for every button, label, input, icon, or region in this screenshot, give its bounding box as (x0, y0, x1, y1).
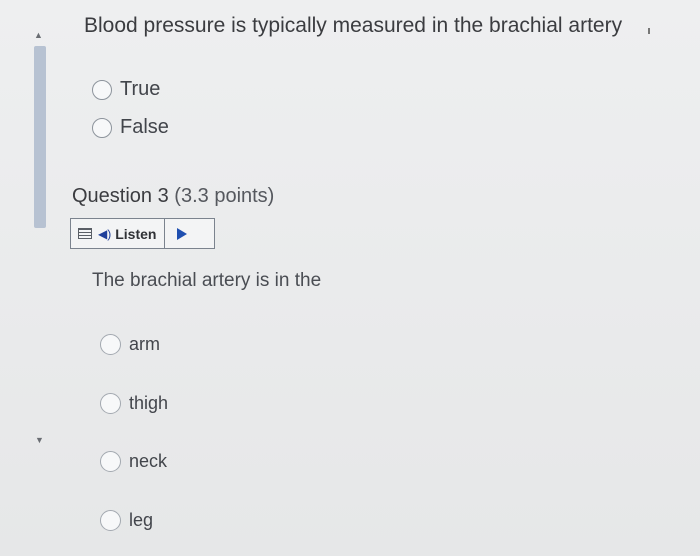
option-label: neck (129, 451, 168, 471)
radio-button[interactable] (100, 510, 121, 531)
play-icon[interactable] (177, 227, 188, 240)
scrollbar-thumb[interactable] (34, 46, 46, 228)
option-label: arm (129, 334, 160, 354)
listen-button[interactable]: Listen (115, 226, 156, 242)
speaker-icon[interactable]: ◀) (98, 227, 111, 241)
question-header: Question 3 (3.3 points) (72, 185, 274, 208)
question-title: Question 3 (72, 185, 169, 207)
listen-toolbar: ◀) Listen (70, 218, 215, 249)
question-points: (3.3 points) (174, 185, 275, 207)
option-true[interactable]: True (92, 78, 160, 101)
previous-question-text: Blood pressure is typically measured in … (84, 14, 623, 37)
option-label: True (120, 78, 161, 100)
question-text: The brachial artery is in the (92, 270, 322, 291)
radio-button[interactable] (92, 117, 112, 138)
quiz-page: ▲ ▼ Blood pressure is typically measured… (0, 0, 700, 556)
menu-icon[interactable] (78, 228, 92, 239)
radio-button[interactable] (100, 451, 121, 472)
scroll-marker (648, 28, 650, 34)
option-label: False (120, 116, 169, 138)
scroll-up-icon[interactable]: ▲ (34, 30, 43, 40)
option-neck[interactable]: neck (100, 451, 167, 472)
option-label: leg (129, 510, 154, 530)
option-thigh[interactable]: thigh (100, 393, 168, 414)
option-false[interactable]: False (92, 116, 169, 139)
option-leg[interactable]: leg (100, 510, 153, 531)
option-arm[interactable]: arm (100, 334, 160, 355)
radio-button[interactable] (100, 334, 121, 355)
scroll-down-icon[interactable]: ▼ (35, 435, 44, 445)
option-label: thigh (129, 393, 169, 413)
toolbar-divider (164, 219, 166, 248)
radio-button[interactable] (100, 393, 121, 414)
radio-button[interactable] (92, 79, 112, 100)
